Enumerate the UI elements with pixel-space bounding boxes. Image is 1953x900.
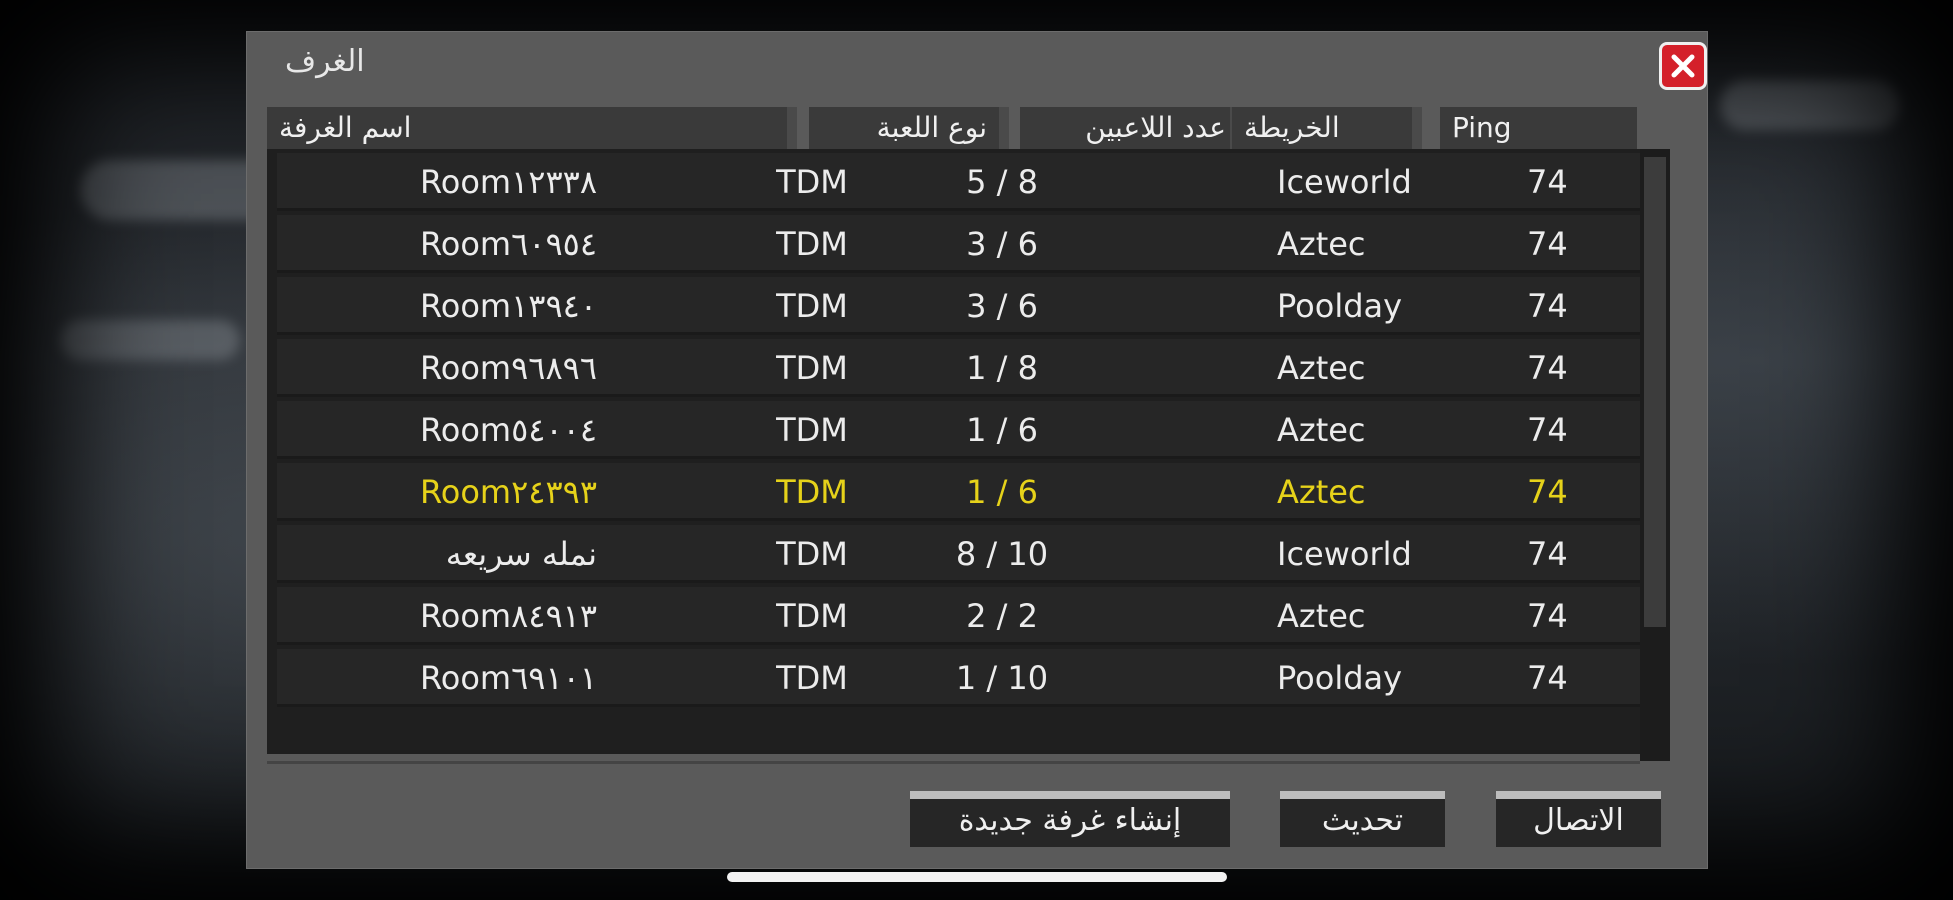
- scrollbar-thumb[interactable]: [1644, 157, 1666, 627]
- room-game-type: TDM: [776, 597, 848, 635]
- room-name: Room٦٩١٠١: [419, 659, 597, 697]
- room-name: Room٩٦٨٩٦: [419, 349, 597, 387]
- room-map: Iceworld: [1277, 535, 1412, 573]
- close-icon: [1671, 54, 1695, 78]
- room-name: نمله سريعه: [445, 535, 597, 573]
- room-name: Room٨٤٩١٣: [419, 597, 597, 635]
- room-ping: 74: [1527, 597, 1568, 635]
- column-header-map-label: الخريطة: [1244, 111, 1340, 144]
- room-ping: 74: [1527, 659, 1568, 697]
- connect-button[interactable]: الاتصال: [1496, 791, 1661, 847]
- refresh-button[interactable]: تحديث: [1280, 791, 1445, 847]
- room-ping: 74: [1527, 473, 1568, 511]
- room-game-type: TDM: [776, 535, 848, 573]
- room-name: Room٥٤٠٠٤: [419, 411, 597, 449]
- dialog-title: الغرف: [285, 44, 365, 79]
- room-players: 3 / 6: [966, 287, 1038, 325]
- room-map: Poolday: [1277, 287, 1403, 325]
- background-streak: [60, 320, 240, 360]
- column-header-game-type-label: نوع اللعبة: [876, 111, 987, 144]
- column-header-bar: اسم الغرفة نوع اللعبة عدد اللاعبين الخري…: [267, 107, 1637, 149]
- column-header-game-type[interactable]: نوع اللعبة: [809, 107, 1009, 149]
- close-button[interactable]: [1659, 42, 1707, 90]
- room-row[interactable]: Room١٣٩٤٠ TDM 3 / 6 Poolday 74: [277, 277, 1647, 335]
- room-name: Room١٢٣٣٨: [419, 163, 597, 201]
- room-row[interactable]: Room١٢٣٣٨ TDM 5 / 8 Iceworld 74: [277, 153, 1647, 211]
- room-map: Aztec: [1277, 349, 1366, 387]
- room-name: Room٢٤٣٩٣: [419, 473, 597, 511]
- room-players: 1 / 10: [955, 659, 1049, 697]
- column-header-map[interactable]: الخريطة: [1232, 107, 1422, 149]
- room-ping: 74: [1527, 411, 1568, 449]
- room-row[interactable]: Room٥٤٠٠٤ TDM 1 / 6 Aztec 74: [277, 401, 1647, 459]
- column-header-ping[interactable]: Ping: [1440, 107, 1637, 149]
- rooms-dialog: الغرف اسم الغرفة نوع اللعبة عدد اللاعبين…: [246, 31, 1708, 869]
- room-row[interactable]: Room٦٠٩٥٤ TDM 3 / 6 Aztec 74: [277, 215, 1647, 273]
- room-map: Aztec: [1277, 225, 1366, 263]
- room-game-type: TDM: [776, 163, 848, 201]
- room-row-selected[interactable]: Room٢٤٣٩٣ TDM 1 / 6 Aztec 74: [277, 463, 1647, 521]
- room-ping: 74: [1527, 225, 1568, 263]
- column-header-players-label: عدد اللاعبين: [1085, 111, 1226, 144]
- list-divider: [267, 761, 1640, 764]
- rooms-list: Room١٢٣٣٨ TDM 5 / 8 Iceworld 74 Room٦٠٩٥…: [267, 149, 1657, 754]
- room-players: 1 / 6: [966, 473, 1038, 511]
- room-players: 5 / 8: [966, 163, 1038, 201]
- create-room-button-label: إنشاء غرفة جديدة: [958, 803, 1182, 838]
- room-row[interactable]: نمله سريعه TDM 8 / 10 Iceworld 74: [277, 525, 1647, 583]
- room-map: Aztec: [1277, 411, 1366, 449]
- room-ping: 74: [1527, 163, 1568, 201]
- room-game-type: TDM: [776, 287, 848, 325]
- background-streak: [1720, 80, 1900, 130]
- room-row[interactable]: Room٦٩١٠١ TDM 1 / 10 Poolday 74: [277, 649, 1647, 707]
- room-name: Room٦٠٩٥٤: [419, 225, 597, 263]
- connect-button-label: الاتصال: [1533, 803, 1624, 838]
- column-header-players[interactable]: عدد اللاعبين: [1020, 107, 1240, 149]
- home-indicator[interactable]: [727, 872, 1227, 882]
- room-ping: 74: [1527, 349, 1568, 387]
- column-header-ping-label: Ping: [1452, 111, 1512, 144]
- room-map: Iceworld: [1277, 163, 1412, 201]
- column-header-room-name-label: اسم الغرفة: [279, 111, 412, 144]
- room-name: Room١٣٩٤٠: [419, 287, 597, 325]
- room-game-type: TDM: [776, 411, 848, 449]
- room-ping: 74: [1527, 535, 1568, 573]
- room-map: Aztec: [1277, 597, 1366, 635]
- room-players: 8 / 10: [955, 535, 1049, 573]
- room-game-type: TDM: [776, 349, 848, 387]
- refresh-button-label: تحديث: [1321, 803, 1404, 838]
- room-game-type: TDM: [776, 225, 848, 263]
- room-row[interactable]: Room٩٦٨٩٦ TDM 1 / 8 Aztec 74: [277, 339, 1647, 397]
- room-players: 3 / 6: [966, 225, 1038, 263]
- room-players: 1 / 8: [966, 349, 1038, 387]
- room-row[interactable]: Room٨٤٩١٣ TDM 2 / 2 Aztec 74: [277, 587, 1647, 645]
- column-header-room-name[interactable]: اسم الغرفة: [267, 107, 797, 149]
- create-room-button[interactable]: إنشاء غرفة جديدة: [910, 791, 1230, 847]
- room-ping: 74: [1527, 287, 1568, 325]
- room-map: Aztec: [1277, 473, 1366, 511]
- room-players: 1 / 6: [966, 411, 1038, 449]
- room-game-type: TDM: [776, 659, 848, 697]
- room-map: Poolday: [1277, 659, 1403, 697]
- room-players: 2 / 2: [966, 597, 1038, 635]
- list-scrollbar[interactable]: [1640, 149, 1670, 761]
- room-game-type: TDM: [776, 473, 848, 511]
